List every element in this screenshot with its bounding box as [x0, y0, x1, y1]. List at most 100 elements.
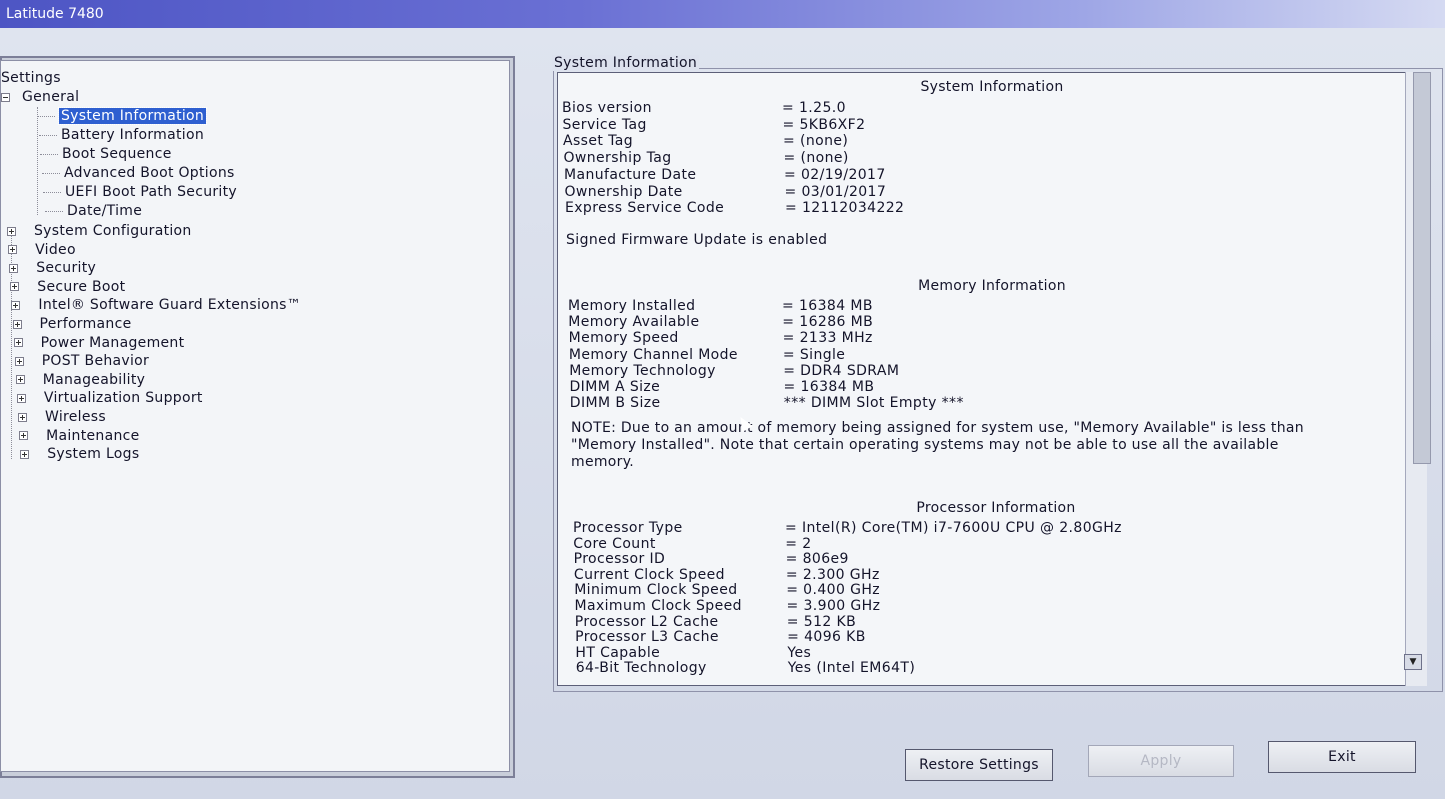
apply-button[interactable]: Apply	[1088, 745, 1234, 777]
expand-icon[interactable]	[13, 338, 23, 348]
tree-item-boot-sequence[interactable]: Boot Sequence	[40, 145, 172, 163]
tree-item-power-management[interactable]: Power Management	[13, 334, 185, 352]
info-value: = 2	[785, 535, 812, 552]
tree-item-label: Security	[36, 260, 97, 277]
tree-item-label: System Information	[57, 107, 208, 125]
expand-icon[interactable]	[7, 226, 16, 236]
info-label: Processor Type	[573, 520, 683, 536]
info-row: Current Clock Speed = 2.300 GHz	[573, 566, 879, 583]
tree-item-label: Manageability	[42, 371, 146, 388]
info-row: Ownership Tag = (none)	[563, 150, 849, 167]
tree-item-security[interactable]: Security	[9, 259, 96, 277]
tree-item-label: Boot Sequence	[62, 146, 172, 162]
info-label: Memory Channel Mode	[568, 346, 738, 363]
tree-item-label: Performance	[39, 316, 132, 332]
tree-root-settings[interactable]: Settings	[1, 69, 61, 87]
info-row: Manufacture Date = 02/19/2017	[564, 166, 885, 183]
tree-item-secure-boot[interactable]: Secure Boot	[10, 278, 125, 296]
info-row: Asset Tag = (none)	[563, 133, 848, 150]
info-row: HT Capable Yes	[575, 644, 810, 661]
tree-connector	[40, 154, 58, 155]
info-label: Core Count	[573, 535, 656, 552]
tree-item-general[interactable]: General	[1, 88, 79, 106]
info-label: HT Capable	[575, 644, 661, 661]
collapse-icon[interactable]	[1, 92, 10, 102]
info-label: DIMM A Size	[569, 379, 661, 395]
info-row: Service Tag = 5KB6XF2	[562, 116, 866, 133]
info-value: = Single	[782, 346, 846, 363]
tree-item-label: System Configuration	[34, 223, 192, 239]
info-label: Maximum Clock Speed	[574, 598, 742, 614]
info-value: = (none)	[783, 133, 849, 150]
system-information-title: System Information	[920, 79, 1064, 95]
info-label: Bios version	[562, 100, 652, 116]
info-label: Memory Installed	[568, 298, 696, 314]
tree-item-manageability[interactable]: Manageability	[15, 371, 146, 389]
tree-item-intel-software-guard-extensions[interactable]: Intel® Software Guard Extensions™	[11, 296, 301, 314]
info-label: Manufacture Date	[564, 166, 697, 183]
scroll-down-arrow-icon[interactable]: ▼	[1404, 654, 1422, 670]
tree-item-system-information[interactable]: System Information	[37, 107, 208, 125]
window-title-bar: Latitude 7480	[0, 0, 1445, 28]
info-label: Current Clock Speed	[573, 566, 725, 583]
info-row: DIMM A Size = 16384 MB	[569, 379, 874, 395]
tree-connector	[39, 135, 57, 136]
tree-item-performance[interactable]: Performance	[12, 315, 132, 333]
info-value: = (none)	[783, 150, 849, 167]
expand-icon[interactable]	[9, 263, 19, 273]
expand-icon[interactable]	[16, 393, 26, 403]
info-label: Processor L3 Cache	[575, 629, 719, 646]
system-information-content[interactable]: System Information Bios version = 1.25.0 Se…	[557, 72, 1427, 686]
tree-item-post-behavior[interactable]: POST Behavior	[14, 352, 149, 370]
tree-connector	[42, 173, 60, 174]
info-row: Memory Channel Mode = Single	[568, 346, 845, 363]
info-label: Memory Technology	[569, 362, 716, 379]
info-value: = 0.400 GHz	[786, 582, 881, 599]
info-label: Asset Tag	[563, 133, 634, 150]
info-row: 64-Bit Technology Yes (Intel EM64T)	[576, 660, 915, 676]
tree-item-uefi-boot-path-security[interactable]: UEFI Boot Path Security	[43, 183, 237, 201]
tree-item-label: Wireless	[45, 409, 106, 425]
info-label: Service Tag	[562, 116, 647, 133]
info-label: Express Service Code	[565, 200, 725, 217]
info-label: Ownership Tag	[563, 150, 672, 167]
tree-item-system-configuration[interactable]: System Configuration	[7, 222, 192, 240]
expand-icon[interactable]	[11, 300, 21, 310]
tree-item-virtualization-support[interactable]: Virtualization Support	[16, 389, 203, 407]
scrollbar-thumb[interactable]	[1413, 72, 1431, 464]
processor-information-title: Processor Information	[916, 500, 1076, 516]
info-label: Processor L2 Cache	[574, 613, 719, 630]
expand-icon[interactable]	[12, 319, 22, 329]
window-title: Latitude 7480	[6, 6, 104, 22]
tree-item-date-time[interactable]: Date/Time	[45, 202, 143, 220]
restore-settings-button[interactable]: Restore Settings	[905, 749, 1053, 781]
info-row: Processor ID = 806e9	[574, 551, 849, 567]
exit-button[interactable]: Exit	[1268, 741, 1416, 773]
info-value: = 16286 MB	[782, 314, 874, 331]
tree-item-advanced-boot-options[interactable]: Advanced Boot Options	[42, 164, 235, 182]
expand-icon[interactable]	[15, 375, 25, 385]
info-value: = 12112034222	[785, 200, 905, 217]
info-row: Memory Technology = DDR4 SDRAM	[569, 362, 899, 379]
expand-icon[interactable]	[8, 245, 18, 255]
expand-icon[interactable]	[18, 412, 27, 422]
tree-item-system-logs[interactable]: System Logs	[20, 445, 139, 463]
tree-item-label: Date/Time	[67, 203, 143, 219]
tree-item-wireless[interactable]: Wireless	[18, 408, 106, 426]
expand-icon[interactable]	[14, 356, 24, 366]
expand-icon[interactable]	[20, 449, 30, 459]
firmware-status-text: Signed Firmware Update is enabled	[566, 232, 828, 248]
info-value: Yes	[787, 644, 812, 661]
tree-item-label: Power Management	[40, 334, 185, 351]
tree-item-video[interactable]: Video	[8, 241, 76, 259]
info-row: Processor Type = Intel(R) Core(TM) i7-760…	[573, 520, 1122, 536]
tree-item-battery-information[interactable]: Battery Information	[39, 126, 204, 144]
info-value: = DDR4 SDRAM	[783, 362, 900, 379]
expand-icon[interactable]	[19, 431, 29, 441]
info-value: *** DIMM Slot Empty ***	[783, 395, 964, 412]
expand-icon[interactable]	[10, 282, 20, 292]
tree-item-maintenance[interactable]: Maintenance	[19, 427, 139, 445]
info-row: Ownership Date = 03/01/2017	[565, 184, 886, 200]
info-value: = Intel(R) Core(TM) i7-7600U CPU @ 2.80G…	[785, 520, 1122, 536]
info-label: Memory Speed	[568, 330, 679, 347]
